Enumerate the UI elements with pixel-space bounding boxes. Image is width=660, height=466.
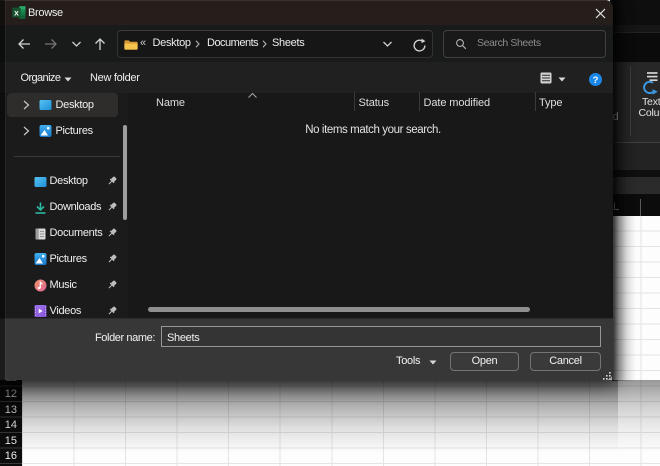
svg-text:x: x (14, 8, 19, 18)
